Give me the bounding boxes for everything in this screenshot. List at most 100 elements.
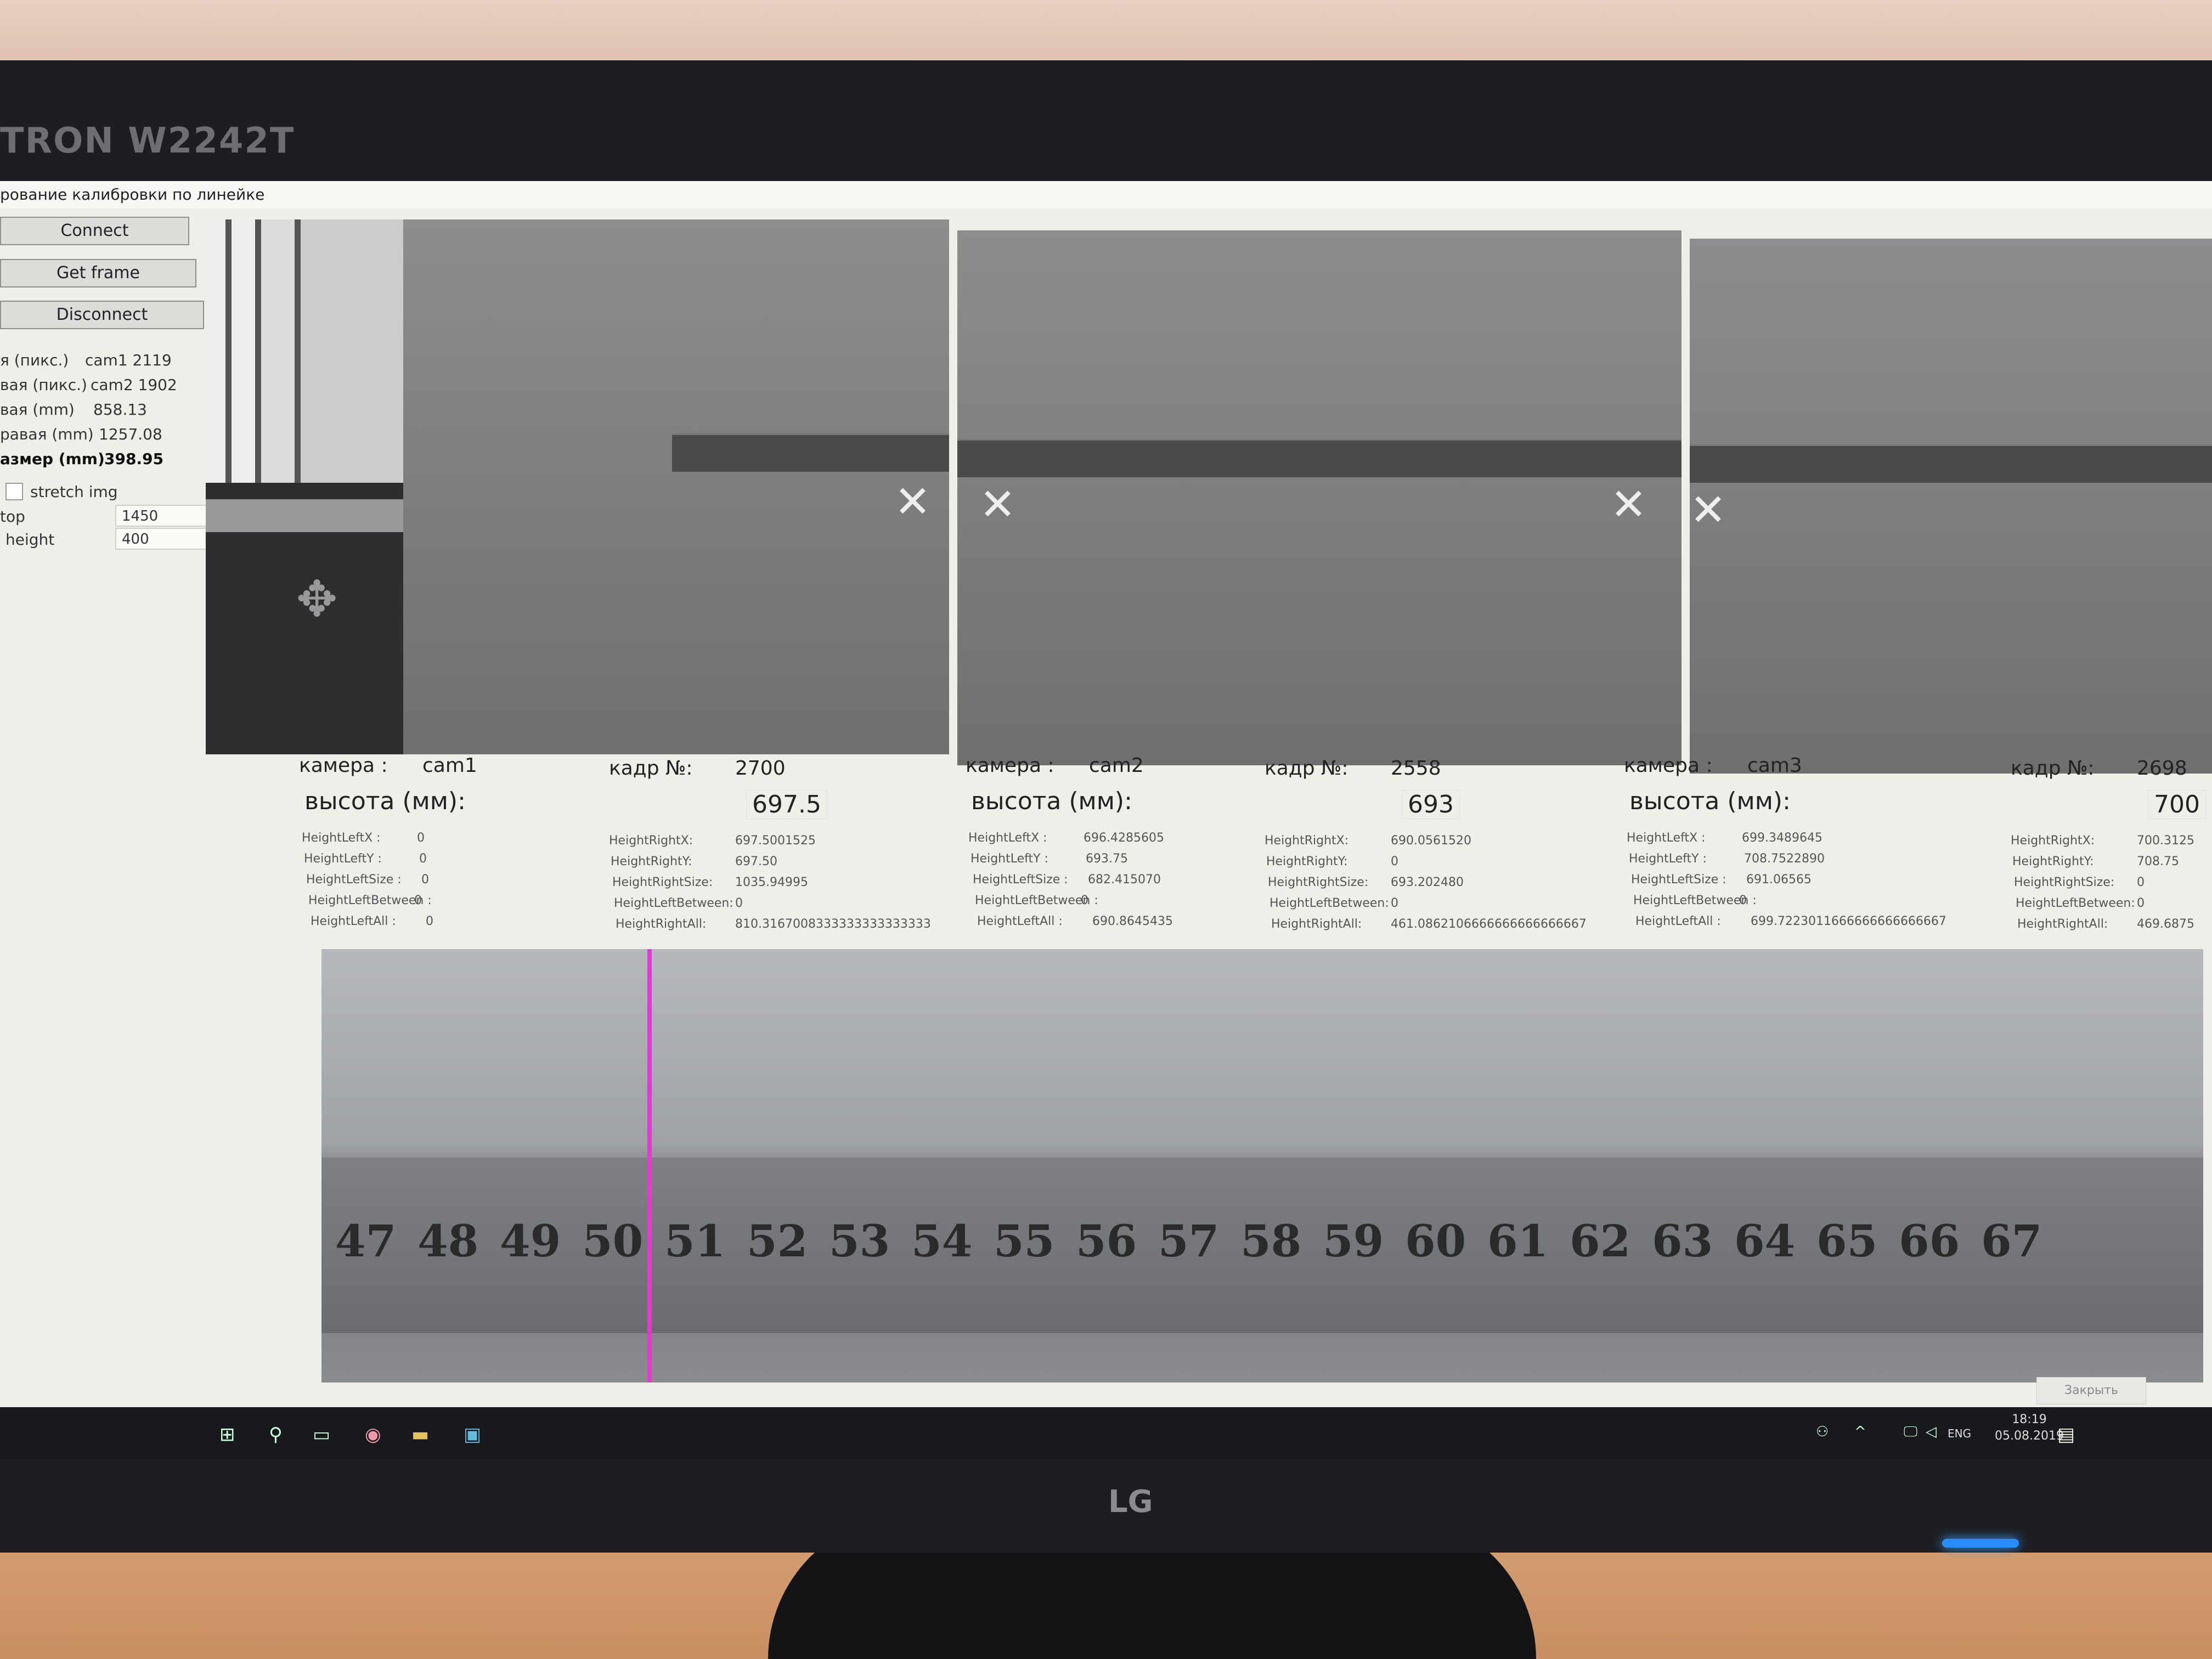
param-label: HeightLeftY : xyxy=(1629,852,1707,866)
camera-view-cam3: ✕ xyxy=(1690,239,2212,774)
folder-icon[interactable]: ▬ xyxy=(411,1424,429,1446)
param-value: 691.06565 xyxy=(1746,873,1812,887)
param-value: 0 xyxy=(417,831,425,845)
param-value: 0 xyxy=(1739,894,1747,907)
camera-name: cam1 xyxy=(422,754,477,777)
height-value: 700 xyxy=(2148,790,2206,819)
ruler-number: 48 xyxy=(417,1215,479,1267)
ruler-number: 53 xyxy=(829,1215,890,1267)
ruler-scale: 47 48 49 50 51 52 53 54 55 56 57 58 59 60 61 62 63 64 65 66… xyxy=(321,1158,2203,1333)
param-value: 693.75 xyxy=(1086,852,1128,866)
height-label: высота (мм): xyxy=(971,787,1132,815)
connect-button[interactable]: Connect xyxy=(0,217,189,245)
param-label: HeightRightSize: xyxy=(612,876,713,889)
param-value: 0 xyxy=(426,915,433,928)
param-label: HeightLeftAll : xyxy=(977,915,1063,928)
param-label: HeightRightAll: xyxy=(2017,917,2108,931)
app-window: рование калибровки по линейке Connect Ge… xyxy=(0,181,2212,1459)
param-label: HeightLeftSize : xyxy=(973,873,1068,887)
power-led xyxy=(1942,1539,2019,1548)
notifications-icon[interactable]: ▤ xyxy=(2057,1424,2075,1446)
ruler-number: 62 xyxy=(1570,1215,1631,1267)
people-icon[interactable]: ⚇ xyxy=(1816,1424,1829,1440)
size-label: азмер (mm) xyxy=(0,450,105,468)
param-value: 0 xyxy=(1391,896,1398,910)
param-value: 699.3489645 xyxy=(1742,831,1822,845)
taskbar: ⊞ ⚲ ▭ ◉ ▬ ▣ ⚇ ^ 🖵 ◁ ENG 18:19 05.08.2019… xyxy=(0,1407,2212,1459)
zoomed-ruler-view: 47 48 49 50 51 52 53 54 55 56 57 58 59 60 61 62 63 64 65 66… xyxy=(321,949,2203,1383)
param-value: 0 xyxy=(735,896,743,910)
ruler xyxy=(957,439,1681,477)
param-value: 810.3167008333333333333333 xyxy=(735,917,931,931)
param-label: HeightLeftAll : xyxy=(311,915,396,928)
param-value: 1035.94995 xyxy=(735,876,808,889)
stretch-checkbox[interactable] xyxy=(5,483,23,500)
cross-marker-icon: ✕ xyxy=(894,476,932,527)
stretch-label: stretch img xyxy=(30,483,118,501)
param-value: 708.75 xyxy=(2137,855,2179,868)
frame-number: 2700 xyxy=(735,757,786,780)
param-value: 0 xyxy=(2137,876,2145,889)
search-icon[interactable]: ⚲ xyxy=(269,1424,283,1446)
param-label: HeightRightAll: xyxy=(616,917,707,931)
ruler-number: 61 xyxy=(1487,1215,1549,1267)
field-value: cam2 1902 xyxy=(91,376,177,394)
frame-number: 2558 xyxy=(1391,757,1441,780)
measurement-line xyxy=(647,949,652,1383)
disconnect-button[interactable]: Disconnect xyxy=(0,301,204,329)
field-value: 1257.08 xyxy=(99,425,162,443)
param-label: HeightLeftBetween: xyxy=(1269,896,1389,910)
camera-label: камера : xyxy=(299,754,388,777)
ruler-number: 54 xyxy=(911,1215,973,1267)
field-value: cam1 2119 xyxy=(85,351,172,369)
param-value: 682.415070 xyxy=(1088,873,1161,887)
app-icon[interactable]: ▣ xyxy=(464,1424,481,1446)
camera-info-cam3: камера : cam3 кадр №: 2698 высота (мм): … xyxy=(1616,754,2212,944)
frame-label: кадр №: xyxy=(2011,757,2095,780)
chrome-icon[interactable]: ◉ xyxy=(365,1424,381,1446)
ruler-number: 60 xyxy=(1405,1215,1466,1267)
ruler-number: 66 xyxy=(1899,1215,1960,1267)
param-value: 0 xyxy=(419,852,427,866)
ruler-number: 55 xyxy=(994,1215,1055,1267)
param-value: 690.0561520 xyxy=(1391,834,1471,848)
param-label: HeightLeftBetween: xyxy=(614,896,733,910)
lg-logo: LG xyxy=(1108,1484,1153,1520)
param-value: 0 xyxy=(414,894,422,907)
ruler-number: 63 xyxy=(1652,1215,1713,1267)
network-icon[interactable]: 🖵 xyxy=(1904,1424,1917,1441)
clock[interactable]: 18:19 05.08.2019 xyxy=(1995,1412,2064,1444)
ruler-number: 65 xyxy=(1816,1215,1878,1267)
volume-icon[interactable]: ◁ xyxy=(1926,1424,1937,1440)
param-value: 693.202480 xyxy=(1391,876,1464,889)
height-label: высота (мм): xyxy=(1629,787,1791,815)
start-icon[interactable]: ⊞ xyxy=(219,1424,235,1446)
height-value: 693 xyxy=(1402,790,1460,819)
ruler-number: 67 xyxy=(1981,1215,2042,1267)
date: 05.08.2019 xyxy=(1995,1429,2064,1443)
ruler-number: 59 xyxy=(1323,1215,1384,1267)
language-indicator[interactable]: ENG xyxy=(1948,1427,1971,1440)
time: 18:19 xyxy=(2012,1413,2047,1426)
camera-info-cam1: камера : cam1 кадр №: 2700 высота (мм): … xyxy=(291,754,949,944)
close-button[interactable]: Закрыть xyxy=(2036,1377,2146,1404)
task-view-icon[interactable]: ▭ xyxy=(313,1424,330,1446)
param-value: 700.3125 xyxy=(2137,834,2194,848)
ruler-number: 47 xyxy=(335,1215,397,1267)
param-value: 696.4285605 xyxy=(1084,831,1164,845)
param-label: HeightLeftSize : xyxy=(306,873,402,887)
height-label: height xyxy=(5,531,55,549)
height-label: высота (мм): xyxy=(304,787,466,815)
ruler-number: 49 xyxy=(500,1215,561,1267)
camera-name: cam3 xyxy=(1747,754,1802,777)
param-label: HeightLeftBetween: xyxy=(2016,896,2135,910)
ruler-number: 56 xyxy=(1076,1215,1137,1267)
param-label: HeightLeftX : xyxy=(1627,831,1706,845)
get-frame-button[interactable]: Get frame xyxy=(0,259,196,287)
ruler-number: 58 xyxy=(1240,1215,1302,1267)
chevron-up-icon[interactable]: ^ xyxy=(1854,1424,1866,1440)
param-label: HeightLeftBetween : xyxy=(308,894,432,907)
camera-info-cam2: камера : cam2 кадр №: 2558 высота (мм): … xyxy=(957,754,1616,944)
camera-label: камера : xyxy=(1624,754,1713,777)
cross-marker-icon: ✕ xyxy=(979,479,1017,530)
